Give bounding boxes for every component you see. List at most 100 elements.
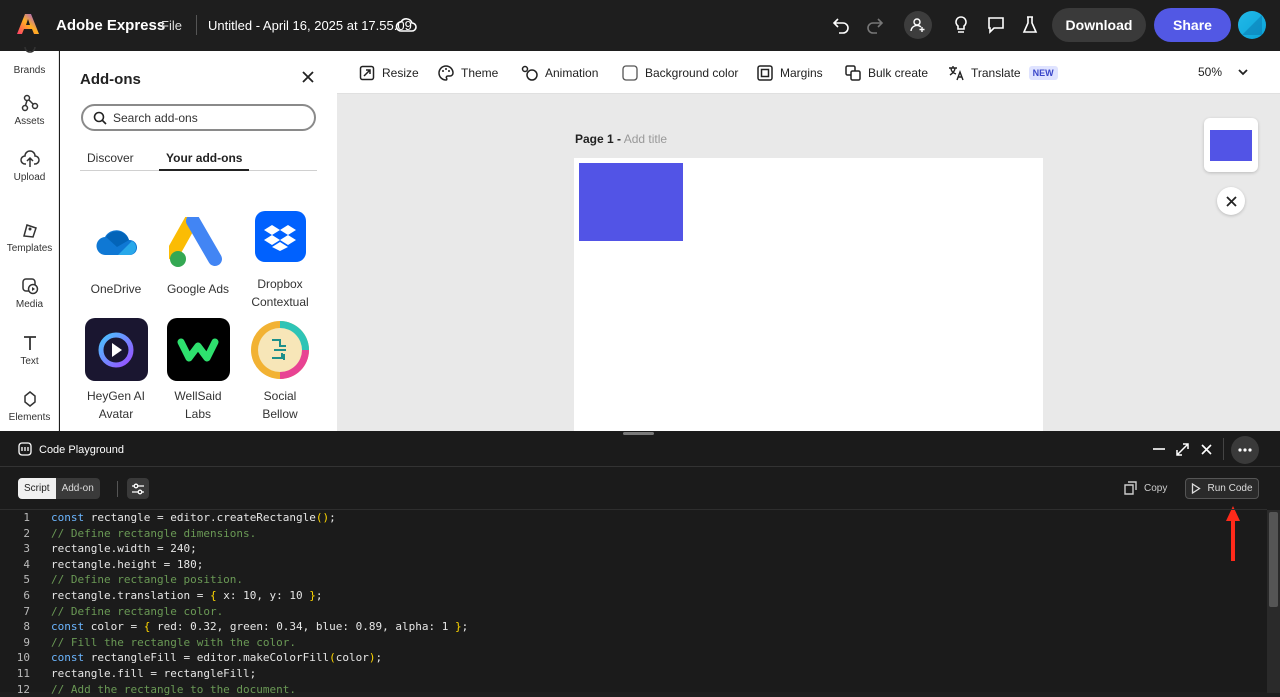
addon-name-line2: Labs (184, 407, 212, 421)
more-icon (1238, 448, 1252, 452)
google-ads-icon (167, 211, 230, 274)
search-input[interactable] (113, 110, 303, 125)
rail-item-media[interactable]: Media (0, 277, 59, 310)
close-icon[interactable] (1201, 444, 1212, 455)
code-scrollbar[interactable] (1267, 510, 1280, 693)
code-token: color (335, 651, 369, 665)
copy-button[interactable]: Copy (1123, 481, 1167, 496)
share-button[interactable]: Share (1154, 8, 1231, 42)
code-token: red: 0.32, green: 0.34, blue: 0.89, alph… (150, 620, 455, 634)
rail-item-assets[interactable]: Assets (0, 94, 59, 127)
minimize-icon[interactable] (1153, 448, 1165, 450)
rail-label: Elements (8, 412, 51, 423)
avatar[interactable] (1238, 11, 1266, 39)
code-playground-icon (18, 442, 32, 456)
divider (1223, 438, 1224, 460)
canvas-area: Resize Theme Animation Background color … (337, 51, 1280, 431)
lightbulb-icon[interactable] (949, 13, 973, 37)
theme-label: Theme (461, 66, 499, 80)
addon-heygen[interactable]: HeyGen AI Avatar (76, 318, 156, 423)
upload-icon (19, 150, 40, 167)
code-line: rectangle.translation = { x: 10, y: 10 }… (51, 588, 323, 604)
addon-social-bellow[interactable]: Social Bellow (240, 318, 320, 423)
settings-button[interactable] (127, 478, 149, 499)
comment-icon[interactable] (984, 13, 1008, 37)
rail-item-brands[interactable]: Brands (0, 47, 59, 76)
theme-button[interactable]: Theme (438, 65, 498, 81)
invite-user-icon[interactable] (904, 11, 932, 39)
code-editor[interactable]: 1 const rectangle = editor.createRectang… (0, 509, 1267, 696)
tab-discover[interactable]: Discover (87, 151, 134, 171)
tab-your-addons[interactable]: Your add-ons (159, 151, 250, 171)
file-menu[interactable]: File (161, 18, 182, 33)
line-number: 9 (23, 635, 30, 649)
code-token: const (51, 620, 85, 634)
addon-dropbox[interactable]: Dropbox Contextual (240, 211, 320, 311)
code-token: ; (315, 589, 323, 602)
close-icon[interactable] (301, 70, 315, 84)
adobe-express-logo[interactable] (17, 13, 39, 35)
page-thumbnail[interactable] (1204, 118, 1258, 172)
bulk-create-button[interactable]: Bulk create (845, 65, 928, 81)
line-number: 6 (23, 589, 30, 602)
new-badge: NEW (1028, 66, 1058, 80)
line-number: 11 (16, 667, 30, 680)
resize-button[interactable]: Resize (359, 65, 419, 81)
flask-icon[interactable] (1018, 13, 1042, 37)
line-number: 4 (23, 557, 30, 571)
line-number: 10 (16, 651, 30, 665)
rail-item-elements[interactable]: Elements (0, 390, 59, 423)
page-title-input[interactable]: Add title (624, 132, 667, 146)
more-options-button[interactable] (1231, 436, 1259, 464)
rail-item-upload[interactable]: Upload (0, 150, 59, 183)
text-icon (23, 336, 36, 350)
background-color-button[interactable]: Background color (622, 65, 738, 81)
code-token: rectangleFill = editor.makeColorFill (84, 651, 330, 665)
margins-button[interactable]: Margins (757, 65, 823, 81)
rail-item-text[interactable]: Text (0, 334, 59, 367)
translate-button[interactable]: Translate NEW (948, 65, 1058, 81)
undo-icon[interactable] (829, 13, 853, 37)
code-line: // Add the rectangle to the document. (51, 682, 297, 696)
code-token: rectangle = editor.createRectangle (84, 511, 316, 524)
page-number: Page 1 - (575, 132, 622, 146)
scrollbar-thumb[interactable] (1269, 512, 1278, 607)
search-box[interactable] (81, 104, 316, 131)
addon-onedrive[interactable]: OneDrive (76, 211, 156, 298)
mode-script-button[interactable]: Script (18, 478, 56, 499)
code-line: const rectangleFill = editor.makeColorFi… (51, 650, 382, 666)
mode-addon-button[interactable]: Add-on (55, 478, 100, 499)
cloud-sync-icon[interactable] (395, 15, 417, 35)
resize-label: Resize (382, 66, 419, 80)
addon-wellsaid[interactable]: WellSaid Labs (158, 318, 238, 423)
rail-item-templates[interactable]: Templates (0, 221, 59, 254)
line-number: 8 (23, 620, 30, 634)
brands-icon (23, 47, 36, 53)
design-page[interactable] (574, 158, 1043, 431)
run-code-button[interactable]: Run Code (1185, 478, 1259, 499)
document-title[interactable]: Untitled - April 16, 2025 at 17.55.09 (208, 18, 412, 33)
addons-panel: Add-ons Discover Your add-ons OneDrive G… (60, 51, 337, 431)
playground-title: Code Playground (39, 444, 125, 456)
download-button[interactable]: Download (1052, 8, 1146, 42)
palette-icon (438, 65, 454, 81)
code-token: ; (329, 511, 336, 524)
translate-label: Translate (971, 66, 1021, 80)
line-number: 7 (23, 604, 30, 618)
onedrive-icon (85, 211, 148, 274)
heygen-icon (84, 318, 148, 381)
page-label: Page 1 - Add title (575, 132, 667, 146)
rail-label: Upload (13, 172, 46, 183)
addon-name: Dropbox (257, 277, 303, 291)
animation-button[interactable]: Animation (521, 65, 598, 81)
expand-icon[interactable] (1176, 443, 1189, 456)
thumbnail-rectangle (1210, 129, 1252, 161)
rectangle-shape[interactable] (579, 163, 683, 241)
zoom-dropdown[interactable]: 50% (1198, 65, 1248, 79)
line-number: 2 (23, 526, 30, 540)
code-token: const (51, 651, 85, 665)
close-thumbnails-button[interactable] (1217, 187, 1245, 215)
addon-google-ads[interactable]: Google Ads (158, 211, 238, 298)
redo-icon[interactable] (863, 13, 887, 37)
templates-icon (22, 224, 37, 238)
